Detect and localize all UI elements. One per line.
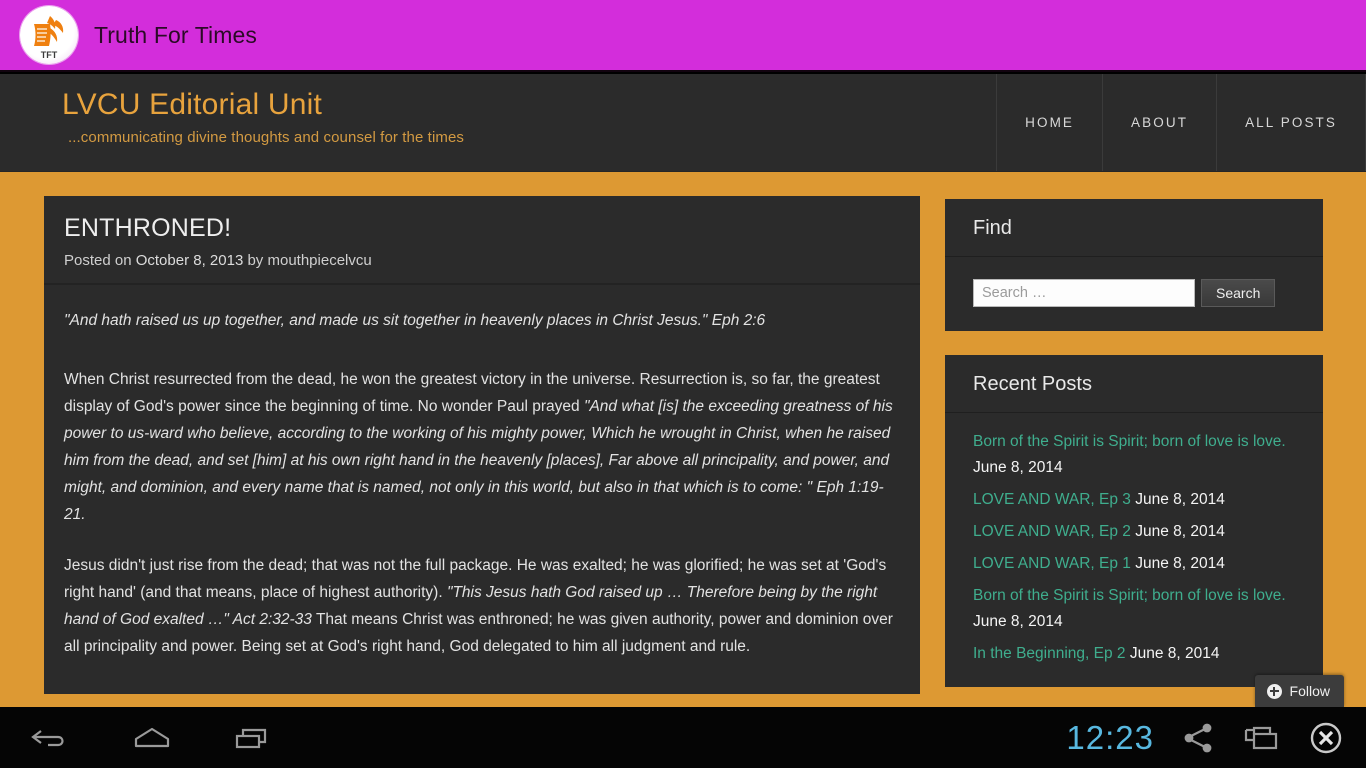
site-tagline: ...communicating divine thoughts and cou… <box>68 129 465 146</box>
recent-apps-icon[interactable] <box>230 723 278 753</box>
widget-recent-posts-title: Recent Posts <box>945 355 1323 413</box>
system-nav-buttons <box>0 723 278 753</box>
recent-post-link[interactable]: LOVE AND WAR, Ep 2 <box>973 523 1131 540</box>
recent-post-date: June 8, 2014 <box>973 613 1063 630</box>
app-logo: TFT <box>20 6 78 64</box>
widget-recent-posts: Recent Posts Born of the Spirit is Spiri… <box>942 352 1326 690</box>
web-page-viewport[interactable]: LVCU Editorial Unit ...communicating div… <box>0 74 1366 707</box>
post-body: "And hath raised us up together, and mad… <box>44 285 920 694</box>
widget-find: Find Search <box>942 196 1326 334</box>
site-branding[interactable]: LVCU Editorial Unit ...communicating div… <box>0 74 464 171</box>
close-icon[interactable] <box>1308 720 1344 756</box>
home-icon[interactable] <box>128 723 176 753</box>
nav-item-all-posts[interactable]: ALL POSTS <box>1216 74 1366 171</box>
post-header: ENTHRONED! Posted on October 8, 2013 by … <box>44 196 920 285</box>
follow-button[interactable]: Follow <box>1254 675 1344 707</box>
system-clock: 12:23 <box>1066 718 1154 756</box>
plus-circle-icon <box>1266 683 1282 699</box>
post-paragraph-2: Jesus didn't just rise from the dead; th… <box>64 552 900 660</box>
site-title[interactable]: LVCU Editorial Unit <box>62 88 464 122</box>
primary-navigation[interactable]: HOME ABOUT ALL POSTS <box>996 74 1366 171</box>
search-submit-button[interactable]: Search <box>1201 279 1276 307</box>
system-status-area: 12:23 <box>1066 719 1366 757</box>
recent-post-link[interactable]: LOVE AND WAR, Ep 3 <box>973 491 1131 508</box>
recent-post-date: June 8, 2014 <box>1129 645 1220 662</box>
recent-post-link[interactable]: LOVE AND WAR, Ep 1 <box>973 555 1131 572</box>
recent-post-date: June 8, 2014 <box>973 459 1063 476</box>
post-title[interactable]: ENTHRONED! <box>64 214 900 243</box>
follow-button-label: Follow <box>1289 683 1330 699</box>
list-item[interactable]: In the Beginning, Ep 2 June 8, 2014 <box>973 641 1295 667</box>
recent-post-date: June 8, 2014 <box>1135 491 1225 508</box>
window-icon[interactable] <box>1242 722 1282 754</box>
list-item[interactable]: Born of the Spirit is Spirit; born of lo… <box>973 583 1295 635</box>
list-item[interactable]: Born of the Spirit is Spirit; born of lo… <box>973 429 1295 481</box>
list-item[interactable]: LOVE AND WAR, Ep 1 June 8, 2014 <box>973 551 1295 577</box>
site-header: LVCU Editorial Unit ...communicating div… <box>0 74 1366 172</box>
app-title-bar: TFT Truth For Times <box>0 0 1366 72</box>
list-item[interactable]: LOVE AND WAR, Ep 3 June 8, 2014 <box>973 487 1295 513</box>
content-area: ENTHRONED! Posted on October 8, 2013 by … <box>0 172 1366 707</box>
nav-item-about[interactable]: ABOUT <box>1102 74 1216 171</box>
post-paragraph-1: When Christ resurrected from the dead, h… <box>64 366 900 528</box>
search-form[interactable]: Search <box>973 279 1295 307</box>
paragraph-1-quote: "And what [is] the exceeding greatness o… <box>64 398 893 523</box>
post-meta-by: by <box>243 252 268 269</box>
post-date[interactable]: October 8, 2013 <box>136 252 244 269</box>
post-author[interactable]: mouthpiecelvcu <box>267 252 371 269</box>
recent-post-date: June 8, 2014 <box>1135 555 1225 572</box>
back-icon[interactable] <box>30 723 74 753</box>
article-card: ENTHRONED! Posted on October 8, 2013 by … <box>44 196 920 694</box>
widget-recent-posts-body: Born of the Spirit is Spirit; born of lo… <box>945 413 1323 687</box>
android-system-bar: 12:23 <box>0 707 1366 768</box>
app-title: Truth For Times <box>94 21 257 48</box>
widget-find-body: Search <box>945 257 1323 331</box>
widget-find-title: Find <box>945 199 1323 257</box>
post-scripture-quote: "And hath raised us up together, and mad… <box>64 312 766 329</box>
recent-post-link[interactable]: In the Beginning, Ep 2 <box>973 645 1126 662</box>
svg-text:TFT: TFT <box>41 50 58 60</box>
list-item[interactable]: LOVE AND WAR, Ep 2 June 8, 2014 <box>973 519 1295 545</box>
nav-item-home[interactable]: HOME <box>996 74 1102 171</box>
post-meta: Posted on October 8, 2013 by mouthpiecel… <box>64 252 900 269</box>
recent-post-link[interactable]: Born of the Spirit is Spirit; born of lo… <box>973 433 1286 450</box>
share-icon[interactable] <box>1180 721 1216 755</box>
search-input[interactable] <box>973 279 1195 307</box>
post-meta-prefix: Posted on <box>64 252 136 269</box>
recent-post-link[interactable]: Born of the Spirit is Spirit; born of lo… <box>973 587 1286 604</box>
recent-post-date: June 8, 2014 <box>1135 523 1225 540</box>
sidebar: Find Search Recent Posts Born of the Spi… <box>942 196 1326 707</box>
